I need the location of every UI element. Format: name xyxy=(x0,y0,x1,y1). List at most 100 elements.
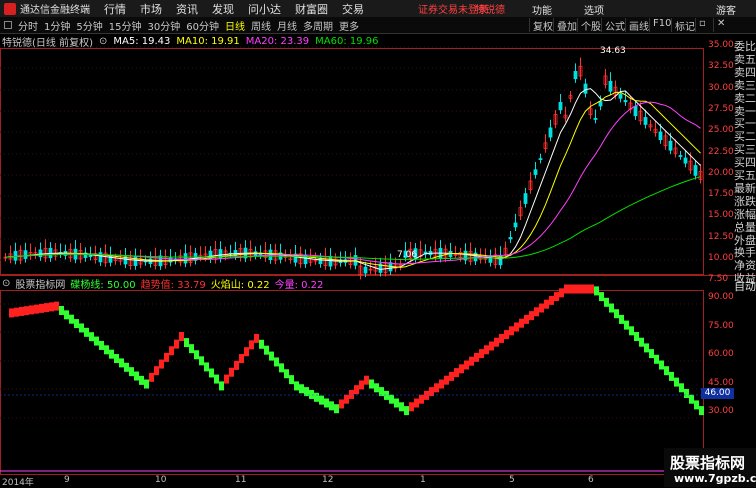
indicator-band-segment xyxy=(479,349,484,359)
indicator-band-segment xyxy=(189,344,194,354)
indicator-band-segment xyxy=(194,350,199,360)
indicator-tick-label: 75.00 xyxy=(708,320,734,331)
indicator-band-segment xyxy=(609,303,614,313)
auto-button[interactable]: 自动 xyxy=(734,278,756,294)
indicator-band-segment xyxy=(349,389,354,399)
indicator-band-segment xyxy=(639,337,644,347)
indicator-band-segment xyxy=(514,322,519,332)
indicator-band-segment xyxy=(64,310,69,320)
indicator-band-segment xyxy=(659,360,664,370)
indicator-band-segment xyxy=(499,333,504,343)
candle-body xyxy=(558,101,563,111)
candle-body xyxy=(183,253,188,264)
candle-body xyxy=(38,249,43,258)
indicator-band-segment xyxy=(299,384,304,394)
candle-body xyxy=(133,255,138,266)
date-label: 11 xyxy=(235,475,247,485)
price-tick-label: 20.00 xyxy=(708,167,734,178)
date-label: 6 xyxy=(588,475,594,485)
indicator-band-segment xyxy=(374,383,379,393)
indicator-band-segment xyxy=(394,398,399,408)
candle-body xyxy=(593,118,598,120)
indicator-band-segment xyxy=(634,332,639,341)
indicator-band-segment xyxy=(199,356,204,366)
indicator-band-segment xyxy=(689,394,694,404)
candle-body xyxy=(683,157,688,164)
chart-canvas[interactable]: 34.63 7.06 xyxy=(0,0,756,487)
indicator-band-segment xyxy=(224,374,229,384)
indicator-band-segment xyxy=(669,371,674,381)
indicator-band-segment xyxy=(164,352,169,362)
indicator-line1: 碟杨线: 50.00 xyxy=(70,279,136,291)
candle-body xyxy=(573,71,578,80)
indicator-band-segment xyxy=(324,398,329,408)
indicator-band-segment xyxy=(214,374,219,384)
price-tick-label: 27.50 xyxy=(708,103,734,114)
price-tick-label: 15.00 xyxy=(708,210,734,221)
date-label: 12 xyxy=(322,475,334,485)
date-label: 9 xyxy=(64,475,70,485)
indicator-band-segment xyxy=(134,371,139,381)
indicator-band-segment xyxy=(344,394,349,404)
indicator-band-segment xyxy=(534,307,539,317)
indicator-band-segment xyxy=(434,383,439,393)
indicator-band-segment xyxy=(599,292,604,302)
candle-body xyxy=(583,83,588,94)
candle-body xyxy=(538,158,543,161)
indicator-band-segment xyxy=(699,406,704,416)
indicator-band-segment xyxy=(49,302,54,312)
indicator-band-segment xyxy=(119,358,124,368)
indicator-band-segment xyxy=(509,326,514,336)
date-label: 2014年 xyxy=(2,478,34,488)
indicator-band-segment xyxy=(274,357,279,367)
indicator-line4: 今量: 0.22 xyxy=(274,279,324,291)
candle-body xyxy=(598,101,603,107)
price-tick-label: 30.00 xyxy=(708,82,734,93)
indicator-band-segment xyxy=(439,379,444,389)
indicator-band-segment xyxy=(29,305,34,315)
candle-body xyxy=(533,169,538,175)
indicator-band-segment xyxy=(644,343,649,353)
price-pane-frame xyxy=(0,48,704,275)
candle-body xyxy=(548,127,553,138)
date-label: 5 xyxy=(509,475,515,485)
indicator-info-bar: ⊙ 股票指标网 碟杨线: 50.00 趋势值: 33.79 火焰山: 0.22 … xyxy=(0,277,328,291)
indicator-pane-frame xyxy=(0,290,704,475)
indicator-band-segment xyxy=(579,284,584,294)
indicator-band-segment xyxy=(124,362,129,372)
price-tick-label: 12.50 xyxy=(708,231,734,242)
indicator-band-segment xyxy=(319,395,324,405)
indicator-band-segment xyxy=(404,406,409,416)
indicator-band-segment xyxy=(684,389,689,398)
indicator-band-segment xyxy=(219,381,224,391)
indicator-band-segment xyxy=(549,295,554,305)
candle-body xyxy=(98,252,103,263)
indicator-band-segment xyxy=(54,301,59,311)
indicator-band-segment xyxy=(129,367,134,377)
indicator-band-segment xyxy=(359,380,364,390)
indicator-band-segment xyxy=(484,345,489,355)
indicator-band-segment xyxy=(554,292,559,302)
indicator-band-segment xyxy=(354,385,359,395)
indicator-band-segment xyxy=(294,381,299,391)
indicator-band-segment xyxy=(369,379,374,389)
indicator-band-segment xyxy=(284,369,289,379)
indicator-band-segment xyxy=(529,311,534,321)
indicator-settings-icon[interactable]: ⊙ xyxy=(2,278,10,289)
site-watermark: 股票指标网 www.7gpzb.com xyxy=(664,448,756,487)
quote-side-panel: 委比 卖五 卖四 卖三 卖二 卖一 买一 买二 买三 买四 买五 最新 涨跌 涨幅 总量 外盘 换手 净资 收益 xyxy=(734,35,756,285)
indicator-band-segment xyxy=(169,346,174,356)
indicator-band-segment xyxy=(74,319,79,329)
indicator-band-segment xyxy=(449,371,454,381)
ma20-line xyxy=(5,101,701,265)
indicator-band-segment xyxy=(209,368,214,378)
indicator-band-segment xyxy=(179,332,184,341)
indicator-band-segment xyxy=(89,332,94,342)
candle-body xyxy=(513,222,518,228)
indicator-band-segment xyxy=(84,327,89,337)
indicator-line2: 趋势值: 33.79 xyxy=(140,279,206,291)
candle-body xyxy=(88,255,93,257)
ma5-line xyxy=(5,88,701,270)
candle-body xyxy=(618,93,623,99)
indicator-band-segment xyxy=(39,303,44,313)
